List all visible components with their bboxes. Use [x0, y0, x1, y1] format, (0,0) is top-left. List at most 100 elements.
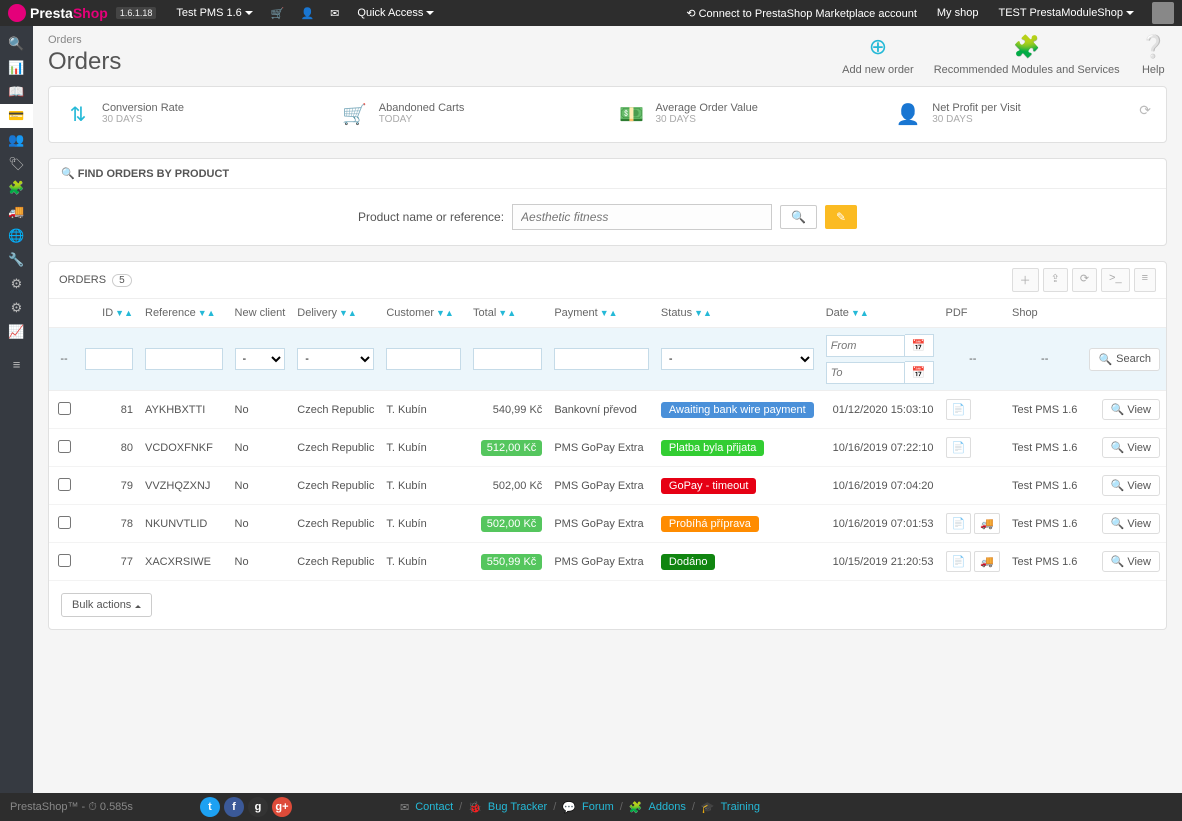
view-button[interactable]: 🔍 View: [1102, 437, 1160, 458]
col-date[interactable]: Date▼▲: [820, 299, 940, 328]
col-id[interactable]: ID▼▲: [79, 299, 139, 328]
table-row[interactable]: 79VVZHQZXNJNoCzech RepublicT. Kubín502,0…: [49, 467, 1166, 505]
mail-icon[interactable]: ✉: [330, 7, 339, 20]
recommended-modules-button[interactable]: 🧩Recommended Modules and Services: [934, 34, 1120, 76]
tool-export-button[interactable]: ⇪: [1043, 268, 1068, 292]
delivery-slip-icon[interactable]: 🚚: [974, 513, 1000, 534]
sidebar-collapse[interactable]: ≡: [0, 352, 33, 376]
add-order-button[interactable]: ⊕Add new order: [842, 34, 914, 76]
user-menu[interactable]: TEST PrestaModuleShop: [998, 7, 1134, 19]
view-button[interactable]: 🔍 View: [1102, 551, 1160, 572]
table-row[interactable]: 80VCDOXFNKFNoCzech RepublicT. Kubín512,0…: [49, 429, 1166, 467]
bug-link[interactable]: Bug Tracker: [488, 801, 547, 813]
filter-total-input[interactable]: [473, 348, 542, 370]
product-clear-button[interactable]: ✎: [825, 205, 857, 229]
filter-payment-input[interactable]: [554, 348, 649, 370]
col-customer[interactable]: Customer▼▲: [380, 299, 467, 328]
row-checkbox[interactable]: [58, 554, 71, 567]
help-button[interactable]: ❔Help: [1140, 34, 1167, 76]
training-link[interactable]: Training: [721, 801, 760, 813]
calendar-icon[interactable]: 📅: [905, 361, 934, 384]
twitter-icon[interactable]: t: [200, 797, 220, 817]
filter-newclient-select[interactable]: -: [235, 348, 286, 370]
sidebar-advanced[interactable]: ⚙: [0, 272, 33, 296]
filter-delivery-select[interactable]: -: [297, 348, 374, 370]
forum-link[interactable]: Forum: [582, 801, 614, 813]
filter-date-from[interactable]: [826, 335, 905, 357]
logo[interactable]: PrestaShop 1.6.1.18: [8, 4, 156, 22]
filter-search-button[interactable]: 🔍 Search: [1089, 348, 1160, 371]
sidebar-catalog[interactable]: 📖: [0, 80, 33, 104]
table-row[interactable]: 77XACXRSIWENoCzech RepublicT. Kubín550,9…: [49, 543, 1166, 581]
cart-icon[interactable]: 🛒: [271, 7, 285, 20]
sidebar-dashboard[interactable]: 📊: [0, 56, 33, 80]
col-status[interactable]: Status▼▲: [655, 299, 820, 328]
row-checkbox[interactable]: [58, 402, 71, 415]
sidebar-localization[interactable]: 🌐: [0, 224, 33, 248]
quick-access-dropdown[interactable]: Quick Access: [357, 7, 434, 19]
filter-reference-input[interactable]: [145, 348, 223, 370]
cell-delivery: Czech Republic: [291, 391, 380, 429]
col-payment[interactable]: Payment▼▲: [548, 299, 655, 328]
my-shop-link[interactable]: My shop: [937, 7, 979, 19]
avatar[interactable]: [1152, 2, 1174, 24]
invoice-icon[interactable]: 📄: [946, 399, 972, 420]
refresh-icon[interactable]: ⟳: [1139, 102, 1151, 119]
tool-add-button[interactable]: ＋: [1012, 268, 1039, 292]
filter-date-to[interactable]: [826, 362, 905, 384]
sidebar-orders[interactable]: 💳: [0, 104, 33, 128]
calendar-icon[interactable]: 📅: [905, 334, 934, 357]
sidebar-stats[interactable]: 📈: [0, 320, 33, 344]
invoice-icon[interactable]: 📄: [946, 513, 972, 534]
user-icon[interactable]: 👤: [300, 7, 314, 20]
tool-refresh-button[interactable]: ⟳: [1072, 268, 1097, 292]
sidebar-search[interactable]: 🔍: [0, 32, 33, 56]
invoice-icon[interactable]: 📄: [946, 551, 972, 572]
kpi-avg-order: 💵 Average Order Value30 DAYS: [618, 102, 875, 127]
table-row[interactable]: 81AYKHBXTTINoCzech RepublicT. Kubín540,9…: [49, 391, 1166, 429]
marketplace-link[interactable]: ⟲ Connect to PrestaShop Marketplace acco…: [686, 7, 917, 20]
col-reference[interactable]: Reference▼▲: [139, 299, 229, 328]
sort-icon: ⇅: [64, 102, 92, 127]
product-search-input[interactable]: [512, 204, 772, 230]
cell-total: 502,00 Kč: [467, 467, 548, 505]
shop-context-dropdown[interactable]: Test PMS 1.6: [176, 7, 252, 19]
cell-customer: T. Kubín: [380, 467, 467, 505]
github-icon[interactable]: g: [248, 797, 268, 817]
filter-customer-input[interactable]: [386, 348, 461, 370]
filter-status-select[interactable]: -: [661, 348, 814, 370]
filter-id-input[interactable]: [85, 348, 133, 370]
bulk-actions-button[interactable]: Bulk actions: [61, 593, 152, 617]
gplus-icon[interactable]: g+: [272, 797, 292, 817]
tool-sql-button[interactable]: >_: [1101, 268, 1130, 292]
view-button[interactable]: 🔍 View: [1102, 475, 1160, 496]
facebook-icon[interactable]: f: [224, 797, 244, 817]
sidebar-preferences[interactable]: 🔧: [0, 248, 33, 272]
sidebar-price-rules[interactable]: 🏷: [0, 152, 33, 176]
sidebar-customers[interactable]: 👥: [0, 128, 33, 152]
tool-list-button[interactable]: ≡: [1134, 268, 1156, 292]
sidebar-administration[interactable]: ⚙: [0, 296, 33, 320]
row-checkbox[interactable]: [58, 440, 71, 453]
col-total[interactable]: Total▼▲: [467, 299, 548, 328]
invoice-icon[interactable]: 📄: [946, 437, 972, 458]
delivery-slip-icon[interactable]: 🚚: [974, 551, 1000, 572]
table-row[interactable]: 78NKUNVTLIDNoCzech RepublicT. Kubín502,0…: [49, 505, 1166, 543]
row-checkbox[interactable]: [58, 478, 71, 491]
cell-shop: Test PMS 1.6: [1006, 429, 1083, 467]
cell-customer: T. Kubín: [380, 543, 467, 581]
product-search-button[interactable]: 🔍: [780, 205, 817, 229]
col-newclient[interactable]: New client: [229, 299, 292, 328]
col-delivery[interactable]: Delivery▼▲: [291, 299, 380, 328]
sidebar-shipping[interactable]: 🚚: [0, 200, 33, 224]
cell-status: Probíhá příprava: [655, 505, 820, 543]
cell-id: 78: [79, 505, 139, 543]
cell-delivery: Czech Republic: [291, 543, 380, 581]
view-button[interactable]: 🔍 View: [1102, 399, 1160, 420]
view-button[interactable]: 🔍 View: [1102, 513, 1160, 534]
row-checkbox[interactable]: [58, 516, 71, 529]
contact-link[interactable]: Contact: [415, 801, 453, 813]
cell-payment: PMS GoPay Extra: [548, 505, 655, 543]
sidebar-modules[interactable]: 🧩: [0, 176, 33, 200]
addons-link[interactable]: Addons: [649, 801, 686, 813]
